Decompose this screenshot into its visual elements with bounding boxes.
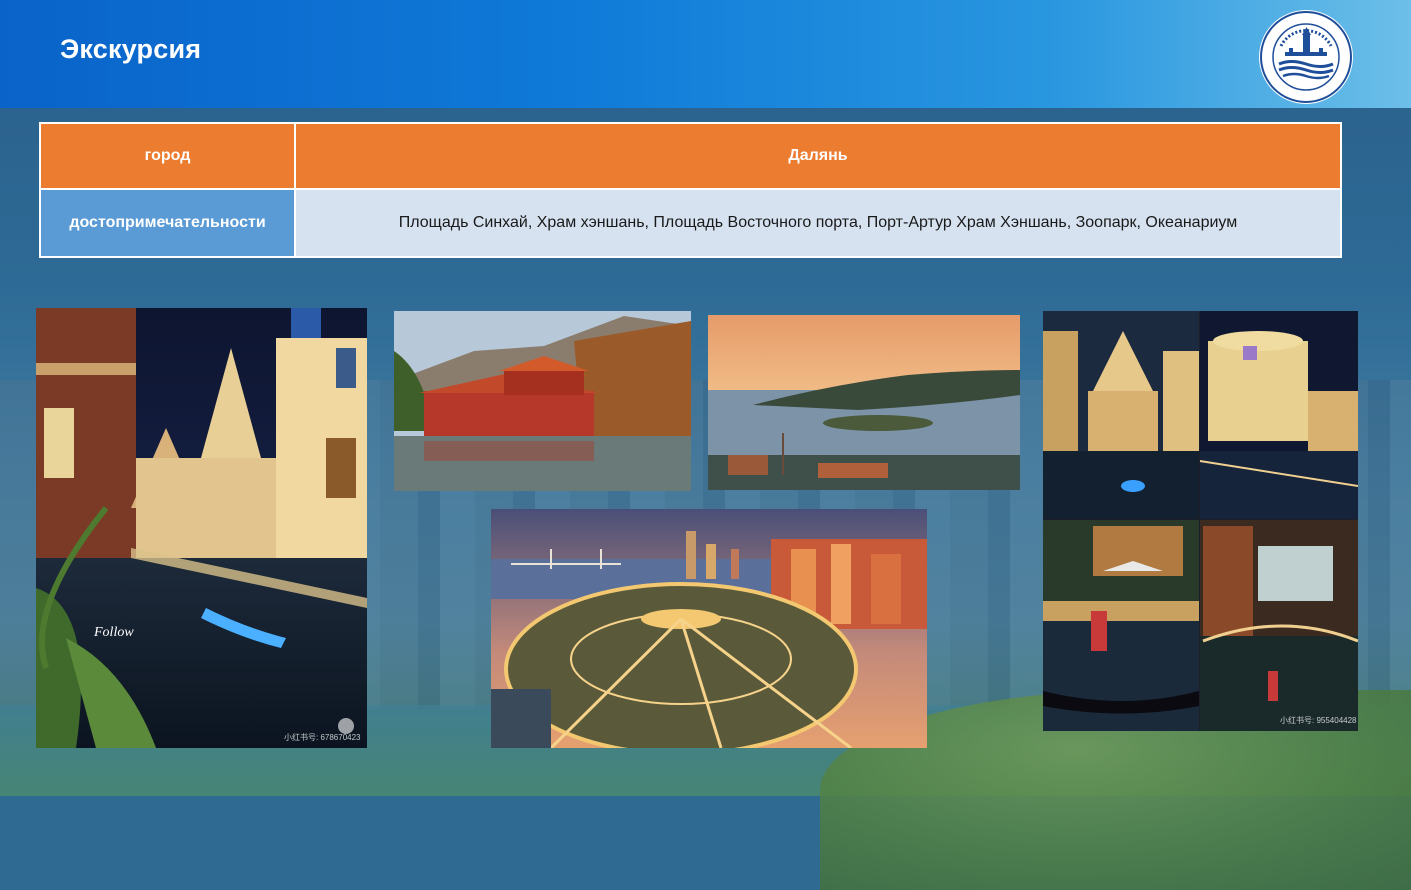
attractions-value-cell: Площадь Синхай, Храм хэншань, Площадь Во… — [294, 188, 1342, 258]
slide-header: Экскурсия — [0, 0, 1411, 108]
watermark-text: 小红书号: 955404428 — [1280, 716, 1357, 725]
watermark-text: 小红书号: 678670423 — [284, 733, 361, 742]
table-header-row: город Далянь — [39, 122, 1342, 190]
info-table: город Далянь достопримечательности Площа… — [39, 122, 1342, 258]
slide-title: Экскурсия — [60, 34, 202, 64]
table-row: достопримечательности Площадь Синхай, Хр… — [39, 188, 1342, 258]
university-logo — [1259, 10, 1353, 104]
photo-temple-lake — [394, 311, 691, 491]
follow-sign: Follow — [93, 625, 134, 640]
photo-xinghai-square — [491, 509, 927, 748]
attractions-label-cell: достопримечательности — [39, 188, 296, 258]
photo-venice-collage: 小红书号: 955404428 — [1043, 311, 1358, 731]
city-value-cell: Далянь — [294, 122, 1342, 190]
city-label-cell: город — [39, 122, 296, 190]
photo-sea-sunset — [708, 315, 1020, 490]
photo-canal-night: Follow 小红书号: 678670423 — [36, 308, 367, 748]
